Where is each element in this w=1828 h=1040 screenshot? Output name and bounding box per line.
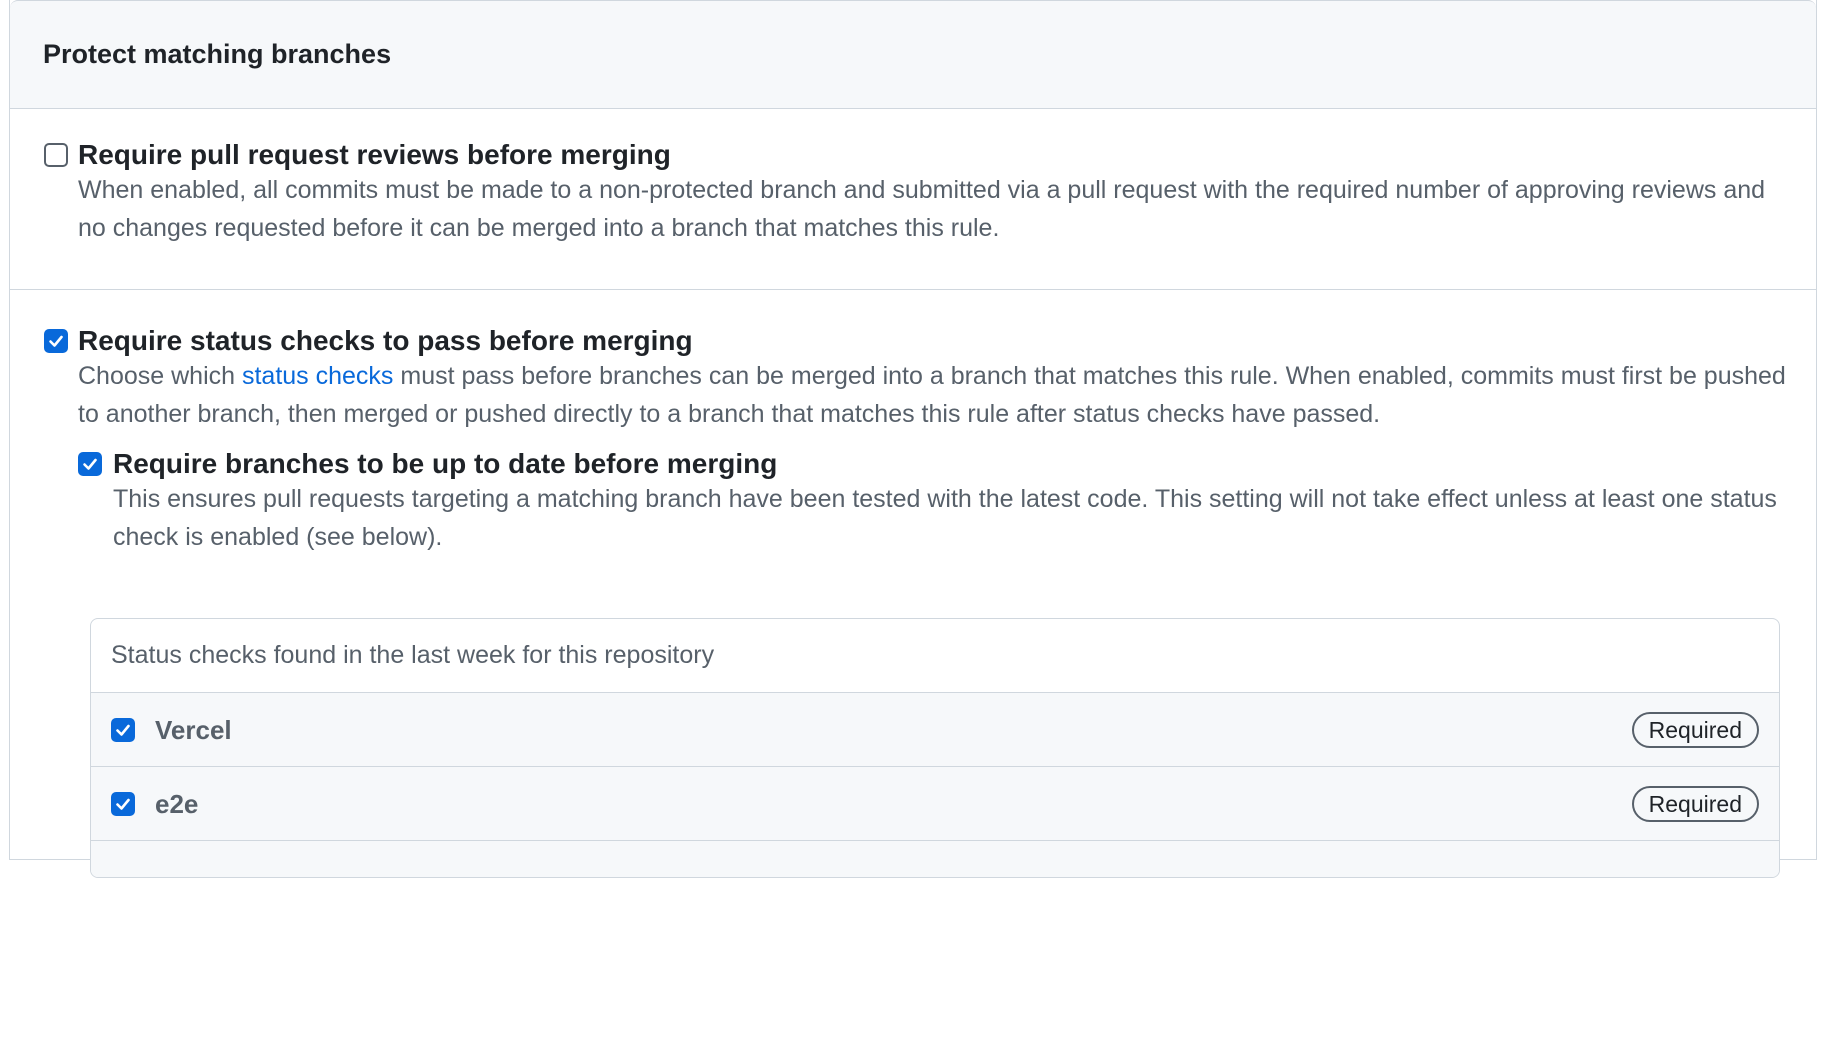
status-checks-title[interactable]: Require status checks to pass before mer… — [78, 325, 693, 357]
status-check-checkbox[interactable] — [111, 792, 135, 816]
panel-header: Protect matching branches — [10, 0, 1816, 109]
required-badge[interactable]: Required — [1631, 786, 1759, 822]
pr-reviews-checkbox[interactable] — [44, 143, 68, 167]
checkmark-icon — [116, 724, 130, 736]
status-check-row: e2e Required — [91, 767, 1779, 841]
status-checks-link[interactable]: status checks — [242, 362, 393, 390]
pr-reviews-description: When enabled, all commits must be made t… — [78, 176, 1766, 242]
panel-title: Protect matching branches — [43, 39, 392, 69]
pr-reviews-title[interactable]: Require pull request reviews before merg… — [78, 139, 671, 171]
status-check-checkbox[interactable] — [111, 718, 135, 742]
checkmark-icon — [49, 335, 63, 347]
up-to-date-checkbox[interactable] — [78, 452, 102, 476]
up-to-date-title[interactable]: Require branches to be up to date before… — [113, 448, 777, 480]
pr-reviews-section: Require pull request reviews before merg… — [10, 109, 1816, 290]
required-badge[interactable]: Required — [1631, 712, 1759, 748]
checkmark-icon — [116, 798, 130, 810]
checkmark-icon — [83, 458, 97, 470]
status-check-name: Vercel — [155, 715, 232, 745]
status-check-row-partial — [91, 841, 1779, 877]
status-checks-description: Choose which status checks must pass bef… — [78, 357, 1798, 433]
branch-protection-panel: Protect matching branches Require pull r… — [9, 0, 1817, 878]
status-checks-desc-prefix: Choose which — [78, 362, 242, 390]
status-checks-list: Status checks found in the last week for… — [90, 618, 1780, 878]
status-check-name: e2e — [155, 789, 199, 819]
status-check-row: Vercel Required — [91, 693, 1779, 767]
status-checks-checkbox[interactable] — [44, 329, 68, 353]
status-checks-list-header: Status checks found in the last week for… — [91, 619, 1779, 693]
up-to-date-description: This ensures pull requests targeting a m… — [113, 485, 1777, 551]
